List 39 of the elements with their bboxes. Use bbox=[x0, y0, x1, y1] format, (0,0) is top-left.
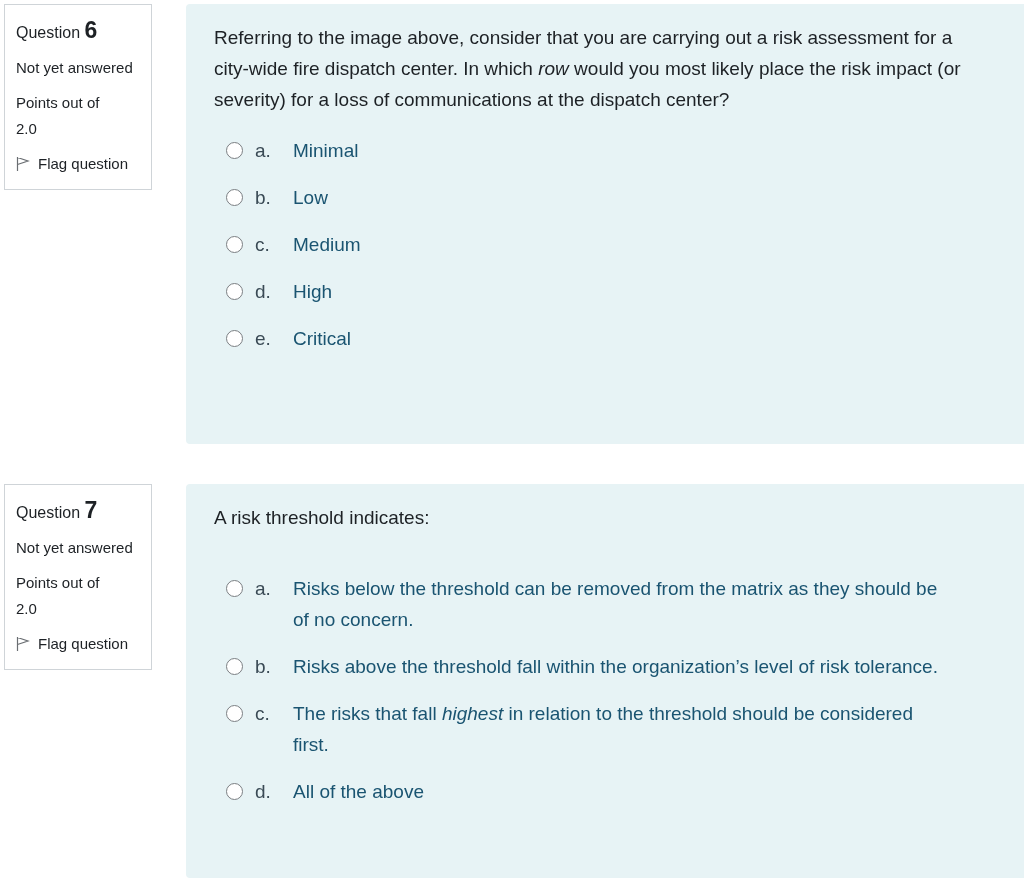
flag-question-link[interactable]: Flag question bbox=[38, 151, 129, 177]
question-text: Referring to the image above, consider that you are carrying out a risk assessment for a city-wide fire dispatch center. In which row would you most likely place the risk impact (or severity) for a loss of communications at the dispatch center? bbox=[214, 26, 962, 112]
option-letter: a. bbox=[255, 577, 272, 601]
radio-button[interactable] bbox=[226, 658, 243, 675]
radio-button[interactable] bbox=[226, 189, 243, 206]
answer-status: Not yet answered bbox=[16, 58, 134, 78]
option-text[interactable]: Risks below the threshold can be removed from the matrix as they should be of no concern. bbox=[293, 573, 943, 635]
flag-question-link[interactable]: Flag question bbox=[38, 631, 129, 657]
option-text[interactable]: Low bbox=[293, 182, 328, 213]
radio-button[interactable] bbox=[226, 580, 243, 597]
option-letter: c. bbox=[255, 702, 271, 726]
radio-button[interactable] bbox=[226, 705, 243, 722]
flag-icon bbox=[16, 156, 30, 172]
answer-status: Not yet answered bbox=[16, 538, 134, 558]
radio-button[interactable] bbox=[226, 283, 243, 300]
question-number: Question 7 bbox=[16, 497, 99, 525]
points-label: Points out of 2.0 bbox=[16, 93, 101, 139]
option-text[interactable]: High bbox=[293, 276, 333, 307]
option-text[interactable]: Minimal bbox=[293, 135, 359, 166]
question-text: A risk threshold indicates: bbox=[214, 506, 431, 530]
radio-button[interactable] bbox=[226, 236, 243, 253]
option-letter: e. bbox=[255, 327, 272, 351]
option-letter: d. bbox=[255, 280, 272, 304]
flag-icon bbox=[16, 636, 30, 652]
question-number: Question 6 bbox=[16, 17, 99, 45]
option-text[interactable]: Critical bbox=[293, 323, 352, 354]
option-letter: a. bbox=[255, 139, 272, 163]
option-text[interactable]: Risks above the threshold fall within the organization’s level of risk tolerance. bbox=[293, 651, 938, 682]
option-letter: d. bbox=[255, 780, 272, 804]
points-label: Points out of 2.0 bbox=[16, 573, 101, 619]
option-letter: b. bbox=[255, 655, 272, 679]
option-letter: c. bbox=[255, 233, 271, 257]
option-text[interactable]: Medium bbox=[293, 229, 361, 260]
option-text[interactable]: All of the above bbox=[293, 776, 424, 807]
option-letter: b. bbox=[255, 186, 272, 210]
radio-button[interactable] bbox=[226, 783, 243, 800]
radio-button[interactable] bbox=[226, 142, 243, 159]
option-text[interactable]: The risks that fall highest in relation to the threshold should be considered first. bbox=[293, 698, 943, 760]
radio-button[interactable] bbox=[226, 330, 243, 347]
